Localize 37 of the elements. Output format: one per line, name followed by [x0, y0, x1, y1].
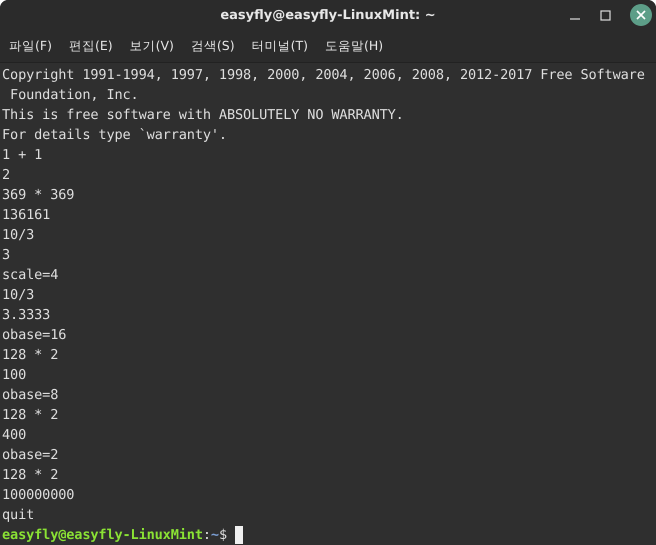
terminal-line: obase=8: [2, 386, 58, 405]
prompt-path: ~: [210, 526, 219, 545]
prompt-symbol: $: [218, 526, 227, 545]
menu-item[interactable]: 터미널(T): [252, 38, 308, 54]
terminal-line: Copyright 1991-1994, 1997, 1998, 2000, 2004, 2006, 2008, 2012-2017 Free Software: [2, 66, 645, 85]
menu-item[interactable]: 파일(F): [9, 38, 52, 54]
terminal-line: obase=16: [2, 326, 66, 345]
menu-item[interactable]: 보기(V): [130, 38, 174, 54]
menu-item[interactable]: 도움말(H): [325, 38, 384, 54]
terminal-line: 128 * 2: [2, 346, 58, 365]
terminal-line: 369 * 369: [2, 186, 74, 205]
menu-item[interactable]: 편집(E): [68, 38, 113, 54]
prompt-user-host: easyfly@easyfly-LinuxMint: [2, 526, 203, 545]
terminal-line: 2: [2, 166, 10, 185]
terminal-line: 10/3: [2, 286, 34, 305]
terminal-line: scale=4: [2, 266, 58, 285]
terminal-line: 100000000: [2, 486, 74, 505]
terminal-line: quit: [2, 506, 34, 525]
terminal-line: This is free software with ABSOLUTELY NO WARRANTY.: [2, 106, 404, 125]
maximize-icon[interactable]: [600, 10, 611, 20]
terminal-line: For details type `warranty'.: [2, 126, 227, 145]
prompt-separator: :: [202, 526, 211, 545]
terminal-line: obase=2: [2, 446, 58, 465]
terminal-line: 128 * 2: [2, 466, 58, 485]
terminal-line: 3: [2, 246, 10, 265]
terminal-line: 128 * 2: [2, 406, 58, 425]
terminal-line: 3.3333: [2, 306, 50, 325]
text-cursor: [235, 526, 243, 544]
terminal-line: 1 + 1: [2, 146, 42, 165]
terminal-line: Foundation, Inc.: [9, 86, 139, 105]
terminal-line: 10/3: [2, 226, 34, 245]
window-title: easyfly@easyfly-LinuxMint: ~: [220, 8, 436, 22]
close-icon[interactable]: [630, 4, 652, 26]
terminal-line: 136161: [2, 206, 50, 225]
terminal-line: 100: [2, 366, 26, 385]
terminal-line: 400: [2, 426, 26, 445]
menu-item[interactable]: 검색(S): [190, 38, 235, 54]
